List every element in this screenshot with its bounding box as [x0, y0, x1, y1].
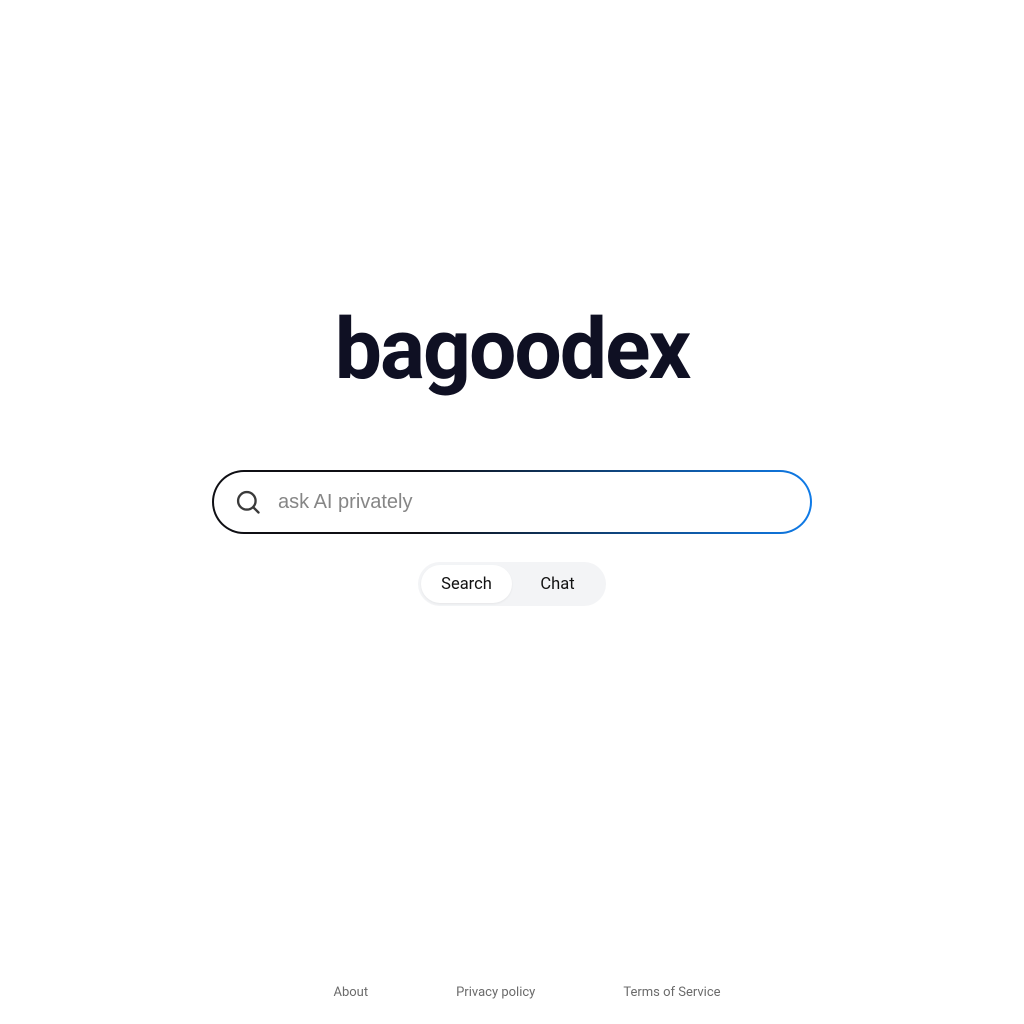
center-block: bagoodex Search Chat	[212, 308, 812, 606]
brand-logo: bagoodex	[335, 308, 689, 392]
footer-privacy-link[interactable]: Privacy policy	[456, 985, 535, 1000]
toggle-search[interactable]: Search	[421, 565, 512, 603]
footer-terms-link[interactable]: Terms of Service	[623, 985, 720, 1000]
search-inner	[214, 472, 810, 532]
footer: About Privacy policy Terms of Service	[0, 985, 1024, 1000]
search-icon	[234, 488, 262, 516]
footer-about-link[interactable]: About	[333, 985, 368, 1000]
search-bar[interactable]	[212, 470, 812, 534]
page: bagoodex Search Chat About Privacy polic…	[0, 0, 1024, 1024]
search-input[interactable]	[262, 472, 810, 532]
toggle-chat[interactable]: Chat	[512, 565, 603, 603]
mode-toggle: Search Chat	[418, 562, 606, 606]
